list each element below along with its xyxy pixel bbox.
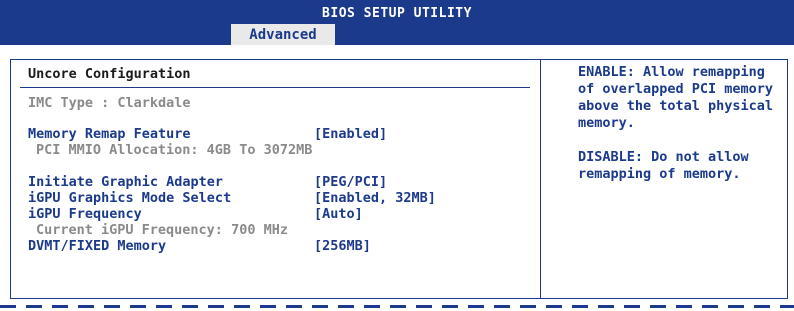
help-enable-text: ENABLE: Allow remapping of overlapped PC… <box>578 64 774 131</box>
dvmt-memory-value[interactable]: [256MB] <box>314 238 371 254</box>
initiate-graphic-value[interactable]: [PEG/PCI] <box>314 174 387 190</box>
help-disable-text: DISABLE: Do not allow remapping of memor… <box>578 149 749 182</box>
section-title: Uncore Configuration <box>28 66 191 82</box>
section-rule <box>20 87 530 88</box>
bottom-dashed-border <box>0 305 794 308</box>
initiate-graphic-label[interactable]: Initiate Graphic Adapter <box>28 174 223 190</box>
igpu-frequency-value[interactable]: [Auto] <box>314 206 363 222</box>
igpu-mode-value[interactable]: [Enabled, 32MB] <box>314 190 436 206</box>
tab-advanced[interactable]: Advanced <box>231 24 335 45</box>
panel-divider <box>540 59 541 299</box>
igpu-frequency-label[interactable]: iGPU Frequency <box>28 206 142 222</box>
dvmt-memory-label[interactable]: DVMT/FIXED Memory <box>28 238 166 254</box>
current-igpu-frequency-info: Current iGPU Frequency: 700 MHz <box>36 222 288 238</box>
memory-remap-value[interactable]: [Enabled] <box>314 126 387 142</box>
memory-remap-label[interactable]: Memory Remap Feature <box>28 126 191 142</box>
imc-type-info: IMC Type : Clarkdale <box>28 95 191 111</box>
help-panel: ENABLE: Allow remapping of overlapped PC… <box>578 64 783 200</box>
pci-mmio-info: PCI MMIO Allocation: 4GB To 3072MB <box>36 142 313 158</box>
bios-title: BIOS SETUP UTILITY <box>322 6 472 21</box>
title-bar: BIOS SETUP UTILITY Advanced <box>0 0 794 45</box>
igpu-mode-label[interactable]: iGPU Graphics Mode Select <box>28 190 231 206</box>
